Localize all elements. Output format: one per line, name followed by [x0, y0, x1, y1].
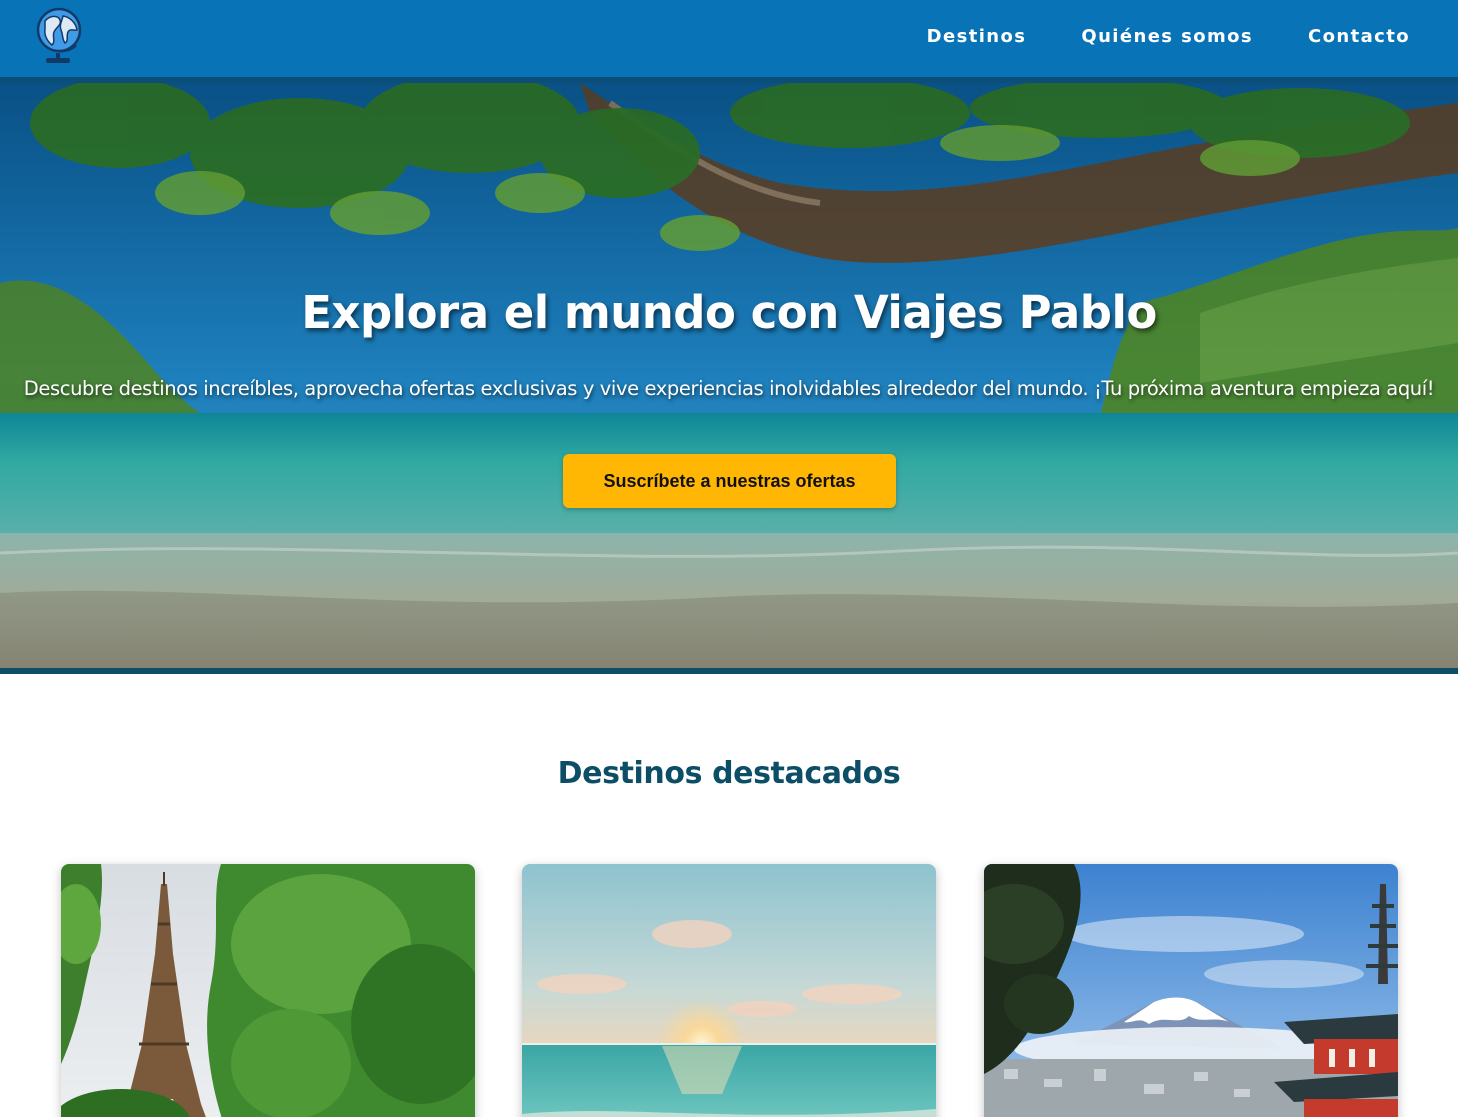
mount-fuji-image	[984, 864, 1398, 1117]
featured-title: Destinos destacados	[557, 756, 901, 791]
globe-icon[interactable]	[32, 3, 86, 65]
nav-destinos[interactable]: Destinos	[927, 26, 1027, 47]
destination-card-beach[interactable]	[522, 864, 936, 1117]
hero-section: Explora el mundo con Viajes Pablo Descub…	[0, 83, 1458, 668]
nav-quienes-somos[interactable]: Quiénes somos	[1081, 26, 1253, 47]
eiffel-tower-image	[61, 864, 475, 1117]
hero-title: Explora el mundo con Viajes Pablo	[301, 286, 1157, 339]
nav-contacto[interactable]: Contacto	[1308, 26, 1410, 47]
destination-card-paris[interactable]	[61, 864, 475, 1117]
hero-divider	[0, 668, 1458, 674]
site-header: Destinos Quiénes somos Contacto	[0, 0, 1458, 77]
beach-sunset-image	[522, 864, 936, 1117]
destination-card-japan[interactable]	[984, 864, 1398, 1117]
hero-background-image	[0, 83, 1458, 668]
main-nav: Destinos Quiénes somos Contacto	[927, 26, 1410, 47]
subscribe-button[interactable]: Suscríbete a nuestras ofertas	[563, 454, 896, 508]
hero-subtitle: Descubre destinos increíbles, aprovecha …	[23, 377, 1435, 400]
